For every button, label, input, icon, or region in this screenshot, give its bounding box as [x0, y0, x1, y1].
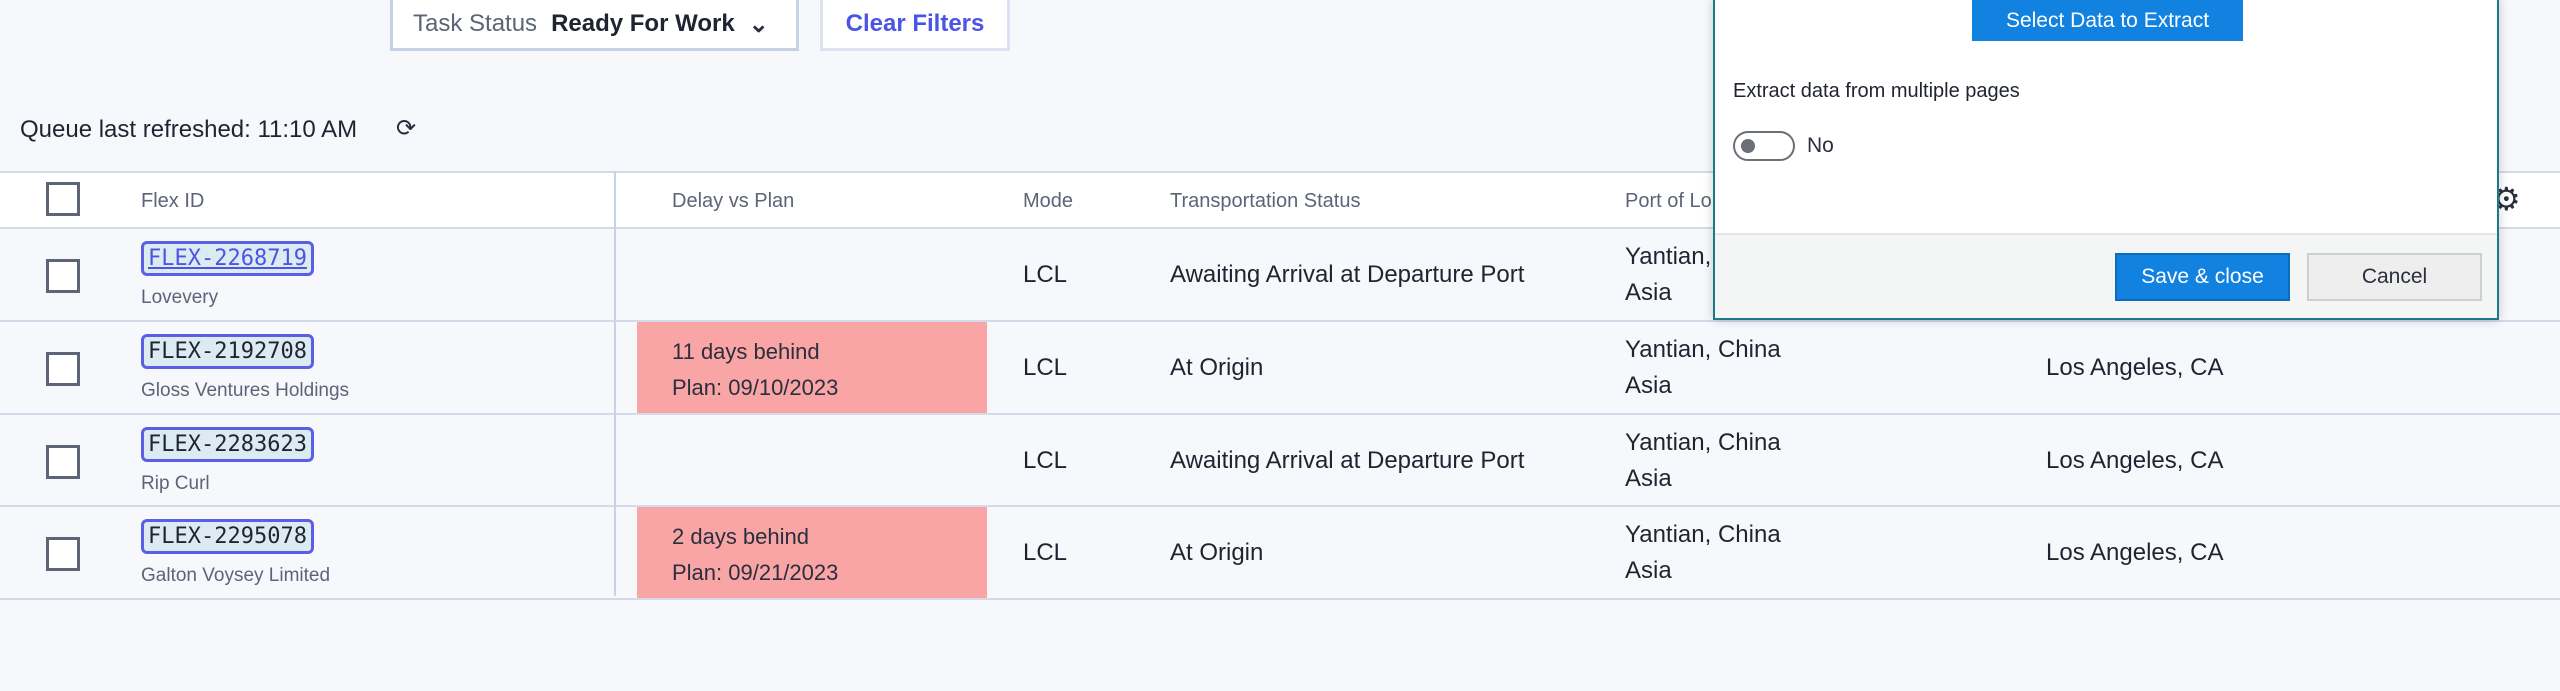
queue-refreshed-text: Queue last refreshed: 11:10 AM — [20, 116, 358, 143]
row-checkbox[interactable] — [46, 445, 80, 479]
column-divider — [614, 171, 616, 596]
plan-date: Plan: 09/10/2023 — [672, 375, 839, 400]
table-bottom-border — [0, 598, 2560, 600]
port-region: Asia — [1625, 557, 1672, 584]
plan-date: Plan: 09/21/2023 — [672, 560, 839, 585]
flex-id-link[interactable]: FLEX-2192708 — [141, 334, 314, 369]
header-flex-id[interactable]: Flex ID — [141, 190, 204, 213]
header-delay[interactable]: Delay vs Plan — [672, 190, 794, 213]
refresh-icon[interactable]: ⟳ — [396, 114, 416, 143]
clear-filters-button[interactable]: Clear Filters — [820, 0, 1010, 51]
port-region: Asia — [1625, 279, 1672, 306]
flex-id-link[interactable]: FLEX-2268719 — [141, 241, 314, 276]
table-row[interactable]: FLEX-2192708 Gloss Ventures Holdings 11 d… — [0, 320, 2560, 413]
mode: LCL — [1023, 354, 1068, 381]
flex-id-link[interactable]: FLEX-2283623 — [141, 427, 314, 462]
save-close-button[interactable]: Save & close — [2115, 253, 2290, 301]
destination: Los Angeles, CA — [2046, 539, 2224, 566]
mode: LCL — [1023, 447, 1068, 474]
row-checkbox[interactable] — [46, 352, 80, 386]
port-region: Asia — [1625, 465, 1672, 492]
header-port[interactable]: Port of Lo — [1625, 190, 1712, 213]
company-name: Gloss Ventures Holdings — [141, 380, 350, 401]
select-data-button[interactable]: Select Data to Extract — [1972, 0, 2243, 41]
select-all-checkbox[interactable] — [46, 182, 80, 216]
multi-page-toggle[interactable] — [1733, 131, 1795, 161]
mode: LCL — [1023, 261, 1068, 288]
header-mode[interactable]: Mode — [1023, 190, 1073, 213]
transport-status: At Origin — [1170, 354, 1264, 381]
port-of-loading: Yantian, China — [1625, 336, 1781, 363]
delay-text: 2 days behind — [672, 524, 809, 549]
table-row[interactable]: FLEX-2295078 Galton Voysey Limited 2 days… — [0, 505, 2560, 598]
task-status-filter[interactable]: Task Status Ready For Work ⌄ — [390, 0, 799, 51]
port-of-loading: Yantian, — [1625, 243, 1712, 270]
port-region: Asia — [1625, 372, 1672, 399]
transport-status: Awaiting Arrival at Departure Port — [1170, 447, 1525, 474]
row-checkbox[interactable] — [46, 537, 80, 571]
task-status-value: Ready For Work — [551, 10, 735, 37]
destination: Los Angeles, CA — [2046, 447, 2224, 474]
header-transport-status[interactable]: Transportation Status — [1170, 190, 1360, 213]
delay-cell: 11 days behind Plan: 09/10/2023 — [637, 322, 987, 413]
company-name: Rip Curl — [141, 473, 210, 494]
port-of-loading: Yantian, China — [1625, 521, 1781, 548]
port-of-loading: Yantian, China — [1625, 429, 1781, 456]
delay-text: 11 days behind — [672, 339, 820, 364]
transport-status: At Origin — [1170, 539, 1264, 566]
dialog-footer: Save & close Cancel — [1715, 233, 2497, 318]
flex-id-link[interactable]: FLEX-2295078 — [141, 519, 314, 554]
delay-cell: 2 days behind Plan: 09/21/2023 — [637, 507, 987, 598]
toggle-value: No — [1807, 134, 1834, 157]
company-name: Lovevery — [141, 287, 219, 308]
task-status-label: Task Status — [413, 10, 538, 37]
mode: LCL — [1023, 539, 1068, 566]
toggle-knob — [1741, 139, 1755, 153]
destination: Los Angeles, CA — [2046, 354, 2224, 381]
multi-page-label: Extract data from multiple pages — [1733, 80, 2020, 102]
chevron-down-icon: ⌄ — [748, 10, 769, 38]
extract-dialog: Select Data to Extract Extract data from… — [1713, 0, 2499, 320]
company-name: Galton Voysey Limited — [141, 565, 331, 586]
cancel-button[interactable]: Cancel — [2307, 253, 2482, 301]
row-checkbox[interactable] — [46, 259, 80, 293]
transport-status: Awaiting Arrival at Departure Port — [1170, 261, 1525, 288]
table-row[interactable]: FLEX-2283623 Rip Curl LCL Awaiting Arriva… — [0, 413, 2560, 506]
